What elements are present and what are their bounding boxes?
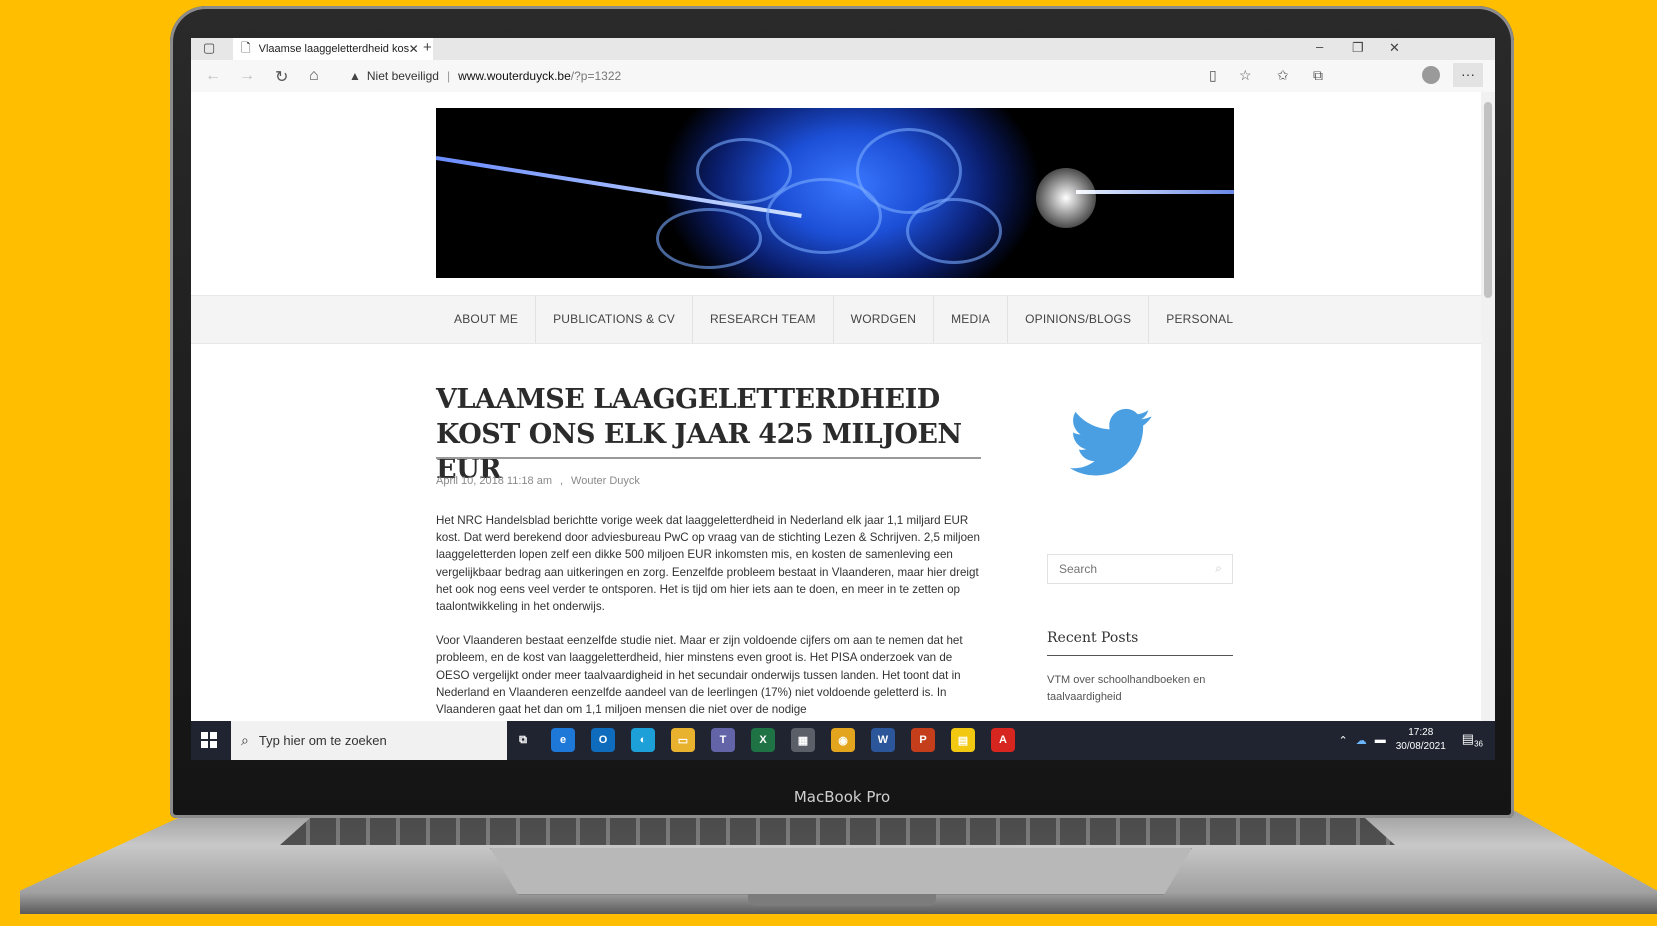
internet-explorer-icon[interactable]: e: [551, 728, 575, 752]
word-icon[interactable]: W: [871, 728, 895, 752]
post-author[interactable]: Wouter Duyck: [571, 475, 640, 487]
network-icon[interactable]: ☁: [1356, 734, 1367, 747]
banner-light-beam: [1076, 190, 1234, 194]
laptop-keyboard: [280, 815, 1395, 845]
nav-item-publications[interactable]: PUBLICATIONS & CV: [536, 296, 693, 343]
teams-icon[interactable]: T: [711, 728, 735, 752]
laptop-notch: [748, 894, 936, 906]
brain-fold: [656, 208, 762, 269]
address-separator: |: [446, 69, 451, 83]
clock-time: 17:28: [1408, 727, 1434, 738]
twitter-bird-icon[interactable]: [1070, 408, 1152, 478]
forward-icon[interactable]: →: [239, 67, 255, 85]
laptop-trackpad: [490, 848, 1192, 895]
outlook-icon[interactable]: O: [591, 728, 615, 752]
laptop-screen: ▢ 🗋 Vlaamse laaggeletterdheid kost ✕ + –…: [191, 38, 1495, 760]
nav-item-personal[interactable]: PERSONAL: [1149, 296, 1250, 343]
site-navigation: ABOUT ME PUBLICATIONS & CV RESEARCH TEAM…: [191, 295, 1481, 344]
reader-view-icon[interactable]: ▯: [1209, 67, 1217, 84]
nav-item-about-me[interactable]: ABOUT ME: [437, 296, 537, 343]
task-view-icon[interactable]: ⧉: [511, 728, 535, 752]
post-meta: April 10, 2018 11:18 am, Wouter Duyck: [436, 475, 640, 487]
nav-item-media[interactable]: MEDIA: [934, 296, 1009, 343]
chrome-icon[interactable]: ◉: [831, 728, 855, 752]
taskbar-search-placeholder: Typ hier om te zoeken: [258, 733, 387, 748]
more-options-icon[interactable]: ···: [1453, 63, 1483, 87]
sticky-notes-icon[interactable]: ▤: [951, 728, 975, 752]
scrollbar-thumb[interactable]: [1484, 102, 1492, 298]
profile-avatar[interactable]: [1422, 66, 1440, 84]
laptop-brand-label: MacBook Pro: [793, 788, 891, 806]
file-explorer-icon[interactable]: ▭: [671, 728, 695, 752]
post-title: VLAAMSE LAAGGELETTERDHEID KOST ONS ELK J…: [436, 384, 962, 485]
refresh-icon[interactable]: ↻: [275, 67, 288, 87]
edge-icon[interactable]: ◐: [631, 728, 655, 752]
favorites-icon[interactable]: ✩: [1277, 67, 1289, 84]
address-bar[interactable]: ▲ Niet beveiligd | www.wouterduyck.be /?…: [349, 64, 1254, 88]
post-paragraph: Het NRC Handelsblad berichtte vorige wee…: [436, 514, 980, 614]
sidebar-search: ⌕: [1047, 554, 1233, 584]
tray-chevron-icon[interactable]: ⌃: [1339, 734, 1348, 747]
search-icon[interactable]: ⌕: [1215, 561, 1222, 576]
search-icon: ⌕: [241, 732, 249, 748]
taskbar-search[interactable]: ⌕ Typ hier om te zoeken: [231, 721, 507, 760]
search-input[interactable]: [1057, 555, 1201, 583]
brain-fold: [906, 198, 1002, 264]
windows-taskbar: ⌕ Typ hier om te zoeken ⧉ e O ◐ ▭ T X ▦ ◉ W P ▤ A ⌃ …: [191, 721, 1495, 760]
taskbar-apps: ⧉ e O ◐ ▭ T X ▦ ◉ W P ▤ A: [511, 728, 1031, 752]
warning-icon: ▲: [349, 69, 361, 83]
tab-actions-icon[interactable]: ▢: [203, 40, 215, 56]
page-icon: 🗋: [241, 40, 251, 55]
close-tab-icon[interactable]: ✕: [409, 42, 419, 56]
browser-toolbar: ← → ↻ ⌂ ▲ Niet beveiligd | www.wouterduy…: [191, 60, 1495, 93]
page-viewport: ABOUT ME PUBLICATIONS & CV RESEARCH TEAM…: [191, 92, 1481, 721]
header-banner-image: [436, 108, 1234, 278]
system-tray: ⌃ ☁ ▬ 17:28 30/08/2021 ▤36: [1339, 726, 1483, 754]
recent-posts-title: Recent Posts: [1047, 630, 1139, 646]
taskbar-clock[interactable]: 17:28 30/08/2021: [1396, 726, 1446, 754]
tab-title: Vlaamse laaggeletterdheid kost: [258, 43, 409, 55]
meta-separator: ,: [559, 475, 564, 487]
recent-post-link[interactable]: VTM over schoolhandboeken en taalvaardig…: [1047, 672, 1217, 706]
browser-tabbar: ▢ 🗋 Vlaamse laaggeletterdheid kost ✕ + –…: [191, 38, 1495, 60]
post-date[interactable]: April 10, 2018 11:18 am: [436, 475, 552, 487]
close-window-icon[interactable]: ✕: [1389, 40, 1400, 56]
url-host: www.wouterduyck.be: [458, 69, 571, 83]
windows-start-icon[interactable]: [201, 732, 217, 748]
nav-item-wordgen[interactable]: WORDGEN: [834, 296, 935, 343]
security-label: Niet beveiligd: [366, 69, 439, 83]
powerpoint-icon[interactable]: P: [911, 728, 935, 752]
minimize-icon[interactable]: –: [1316, 39, 1323, 54]
excel-icon[interactable]: X: [751, 728, 775, 752]
clock-date: 30/08/2021: [1395, 741, 1446, 752]
notification-count: 36: [1474, 739, 1483, 749]
banner-glow: [1036, 168, 1096, 228]
collections-icon[interactable]: ⧉: [1313, 67, 1323, 84]
browser-tab[interactable]: 🗋 Vlaamse laaggeletterdheid kost ✕: [233, 38, 433, 60]
notifications-icon[interactable]: ▤36: [1462, 731, 1483, 749]
battery-icon[interactable]: ▬: [1375, 734, 1386, 746]
home-icon[interactable]: ⌂: [309, 67, 319, 85]
new-tab-icon[interactable]: +: [423, 39, 432, 56]
back-icon[interactable]: ←: [205, 67, 221, 85]
recent-posts-divider: [1047, 655, 1233, 656]
post-content: Het NRC Handelsblad berichtte vorige wee…: [436, 512, 981, 721]
nav-item-research-team[interactable]: RESEARCH TEAM: [693, 296, 834, 343]
title-divider: [436, 457, 981, 459]
nav-item-opinions[interactable]: OPINIONS/BLOGS: [1008, 296, 1150, 343]
page-scrollbar[interactable]: [1481, 92, 1495, 721]
restore-icon[interactable]: ❐: [1352, 40, 1364, 56]
add-favorite-icon[interactable]: ☆: [1239, 67, 1252, 84]
nav-menu: ABOUT ME PUBLICATIONS & CV RESEARCH TEAM…: [437, 296, 1250, 343]
acrobat-icon[interactable]: A: [991, 728, 1015, 752]
post-paragraph: Voor Vlaanderen bestaat eenzelfde studie…: [436, 634, 963, 717]
calculator-icon[interactable]: ▦: [791, 728, 815, 752]
url-path: /?p=1322: [570, 69, 622, 83]
